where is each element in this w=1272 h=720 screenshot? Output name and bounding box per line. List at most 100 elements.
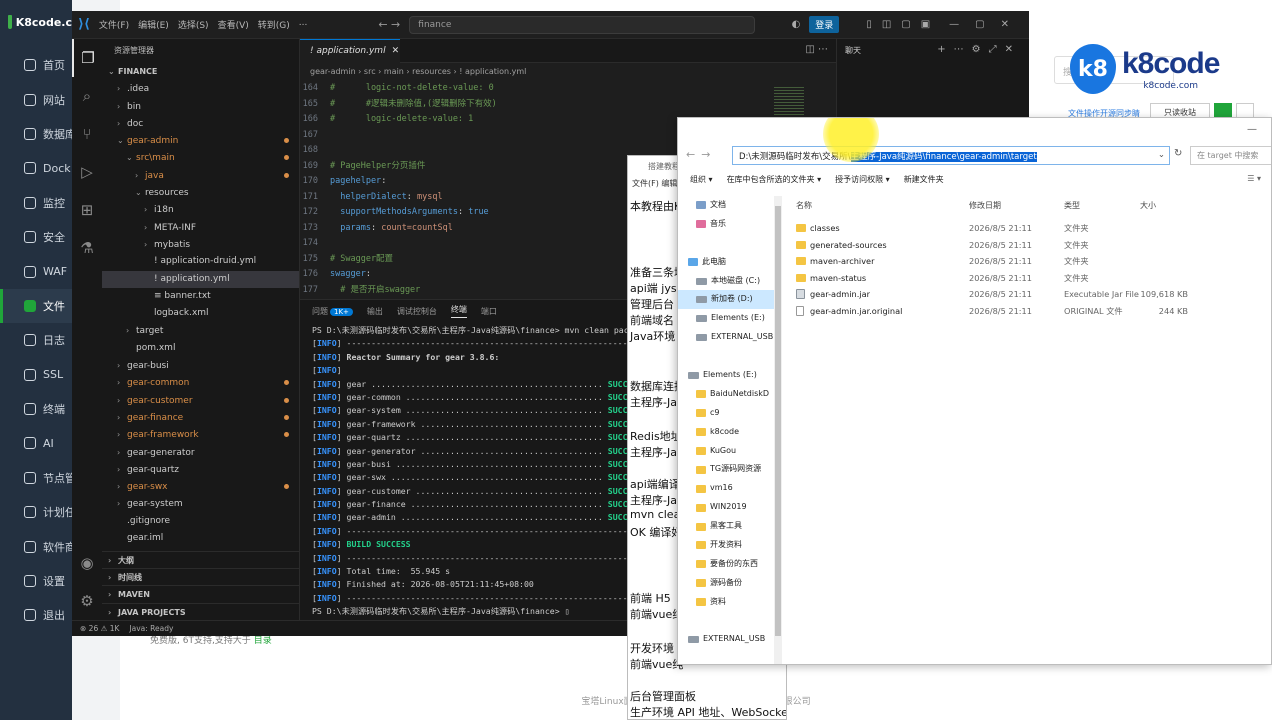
nav-pane-item[interactable]: 资料 — [678, 593, 781, 612]
tree-item[interactable]: › java — [102, 167, 299, 184]
panel-tab[interactable]: 输出 — [367, 306, 383, 317]
sidebar-section[interactable]: › 大纲 — [102, 550, 299, 568]
sidebar-section[interactable]: › 时间线 — [102, 568, 299, 585]
menu-item[interactable]: 查看(V) — [218, 18, 249, 31]
bt-nav-item[interactable]: 网站 — [0, 82, 72, 116]
menu-item[interactable]: 选择(S) — [178, 18, 209, 31]
tree-item[interactable]: › target — [102, 322, 299, 339]
nav-pane-item[interactable]: 要备份的东西 — [678, 555, 781, 574]
nav-pane-item[interactable]: KuGou — [678, 442, 781, 461]
nav-pane-item[interactable]: vm16 — [678, 479, 781, 498]
bt-nav-item[interactable]: 设置 — [0, 564, 72, 598]
tree-item[interactable]: › gear-customer — [102, 392, 299, 409]
tree-item[interactable]: › .idea — [102, 80, 299, 97]
tree-item[interactable]: gear.iml — [102, 530, 299, 547]
tree-item[interactable]: › gear-quartz — [102, 461, 299, 478]
breadcrumb[interactable]: gear-admin › src › main › resources › ! … — [300, 63, 836, 81]
tree-item[interactable]: › doc — [102, 115, 299, 132]
copilot-icon[interactable]: ◐ — [792, 19, 801, 30]
nav-pane-item[interactable]: EXTERNAL_USB — [678, 630, 781, 649]
manage-gear-icon[interactable]: ⚙ — [72, 582, 102, 620]
toolbar-item[interactable]: 在库中包含所选的文件夹 ▾ — [727, 174, 822, 190]
column-header[interactable]: 类型 — [1064, 200, 1080, 211]
tree-item[interactable]: › gear-finance — [102, 409, 299, 426]
bt-nav-item[interactable]: 安全 — [0, 220, 72, 254]
bt-nav-item[interactable]: 首页 — [0, 48, 72, 82]
bt-nav-item[interactable]: 软件商 — [0, 529, 72, 563]
status-java[interactable]: Java: Ready — [129, 624, 173, 633]
nav-pane-item[interactable]: BaiduNetdiskD — [678, 385, 781, 404]
tree-item[interactable]: ⌄ src\main — [102, 149, 299, 166]
tree-item[interactable]: › gear-busi — [102, 357, 299, 374]
menu-item[interactable]: ... — [299, 18, 308, 31]
nav-pane-item[interactable]: c9 — [678, 404, 781, 423]
toolbar-item[interactable]: 组织 ▾ — [690, 174, 713, 190]
nav-pane-item[interactable]: 音乐 — [678, 215, 781, 234]
menu-item[interactable]: 转到(G) — [258, 18, 290, 31]
column-header[interactable]: 修改日期 — [969, 200, 1001, 211]
panel-tab[interactable]: 调试控制台 — [397, 306, 437, 317]
tree-item[interactable]: ! application-druid.yml — [102, 253, 299, 270]
search-icon[interactable]: ⌕ — [72, 77, 102, 115]
file-row[interactable]: maven-archiver 2026/8/5 21:11 文件夹 — [790, 253, 1270, 270]
sidebar-section[interactable]: › MAVEN — [102, 585, 299, 602]
explorer-search-input[interactable]: 在 target 中搜索 — [1190, 146, 1271, 165]
sidebar-section[interactable]: › JAVA PROJECTS — [102, 602, 299, 620]
window-controls[interactable]: —▢✕ — [949, 19, 1025, 30]
tree-item[interactable]: logback.xml — [102, 305, 299, 322]
tree-item[interactable]: › gear-system — [102, 495, 299, 512]
tree-item[interactable]: › META-INF — [102, 219, 299, 236]
bt-nav-item[interactable]: 数据库 — [0, 117, 72, 151]
nav-pane-item[interactable]: 开发资料 — [678, 536, 781, 555]
status-problems[interactable]: ⊗ 26 ⚠ 1K — [80, 624, 119, 633]
account-icon[interactable]: ◉ — [72, 544, 102, 582]
tree-item[interactable]: › gear-generator — [102, 444, 299, 461]
nav-pane-item[interactable]: k8code — [678, 423, 781, 442]
nav-pane-item[interactable]: 此电脑 — [678, 253, 781, 272]
nav-pane-item[interactable]: 本地磁盘 (C:) — [678, 272, 781, 291]
column-header[interactable]: 大小 — [1140, 200, 1156, 211]
tree-item[interactable]: › gear-common — [102, 374, 299, 391]
panel-tab[interactable]: 终端 — [450, 304, 467, 318]
file-row[interactable]: gear-admin.jar 2026/8/5 21:11 Executable J… — [790, 286, 1270, 303]
file-row[interactable]: gear-admin.jar.original 2026/8/5 21:11 ORI… — [790, 303, 1270, 320]
file-row[interactable]: generated-sources 2026/8/5 21:11 文件夹 — [790, 237, 1270, 254]
tree-item[interactable]: › mybatis — [102, 236, 299, 253]
nav-pane-item[interactable]: WIN2019 — [678, 498, 781, 517]
layout-icons[interactable]: ▯◫▢▣ — [866, 19, 940, 30]
panel-tab[interactable]: 端口 — [481, 306, 497, 317]
bt-nav-item[interactable]: 节点管 — [0, 461, 72, 495]
tree-item[interactable]: › bin — [102, 98, 299, 115]
bt-nav-item[interactable]: WAF — [0, 254, 72, 288]
command-center-input[interactable]: finance — [409, 15, 756, 34]
nav-pane-item[interactable]: 源码备份 — [678, 574, 781, 593]
nav-pane-item[interactable]: Elements (E:) — [678, 366, 781, 385]
bt-info-link[interactable]: 目录 — [254, 636, 272, 646]
tree-item[interactable]: ⌄ gear-admin — [102, 132, 299, 149]
toolbar-item[interactable]: 授予访问权限 ▾ — [835, 174, 890, 190]
nav-pane-item[interactable]: 黑客工具 — [678, 517, 781, 536]
tree-item[interactable]: › gear-framework — [102, 426, 299, 443]
tree-item[interactable]: › gear-swx — [102, 478, 299, 495]
tree-item[interactable]: ⌄ FINANCE — [102, 63, 299, 80]
view-options-icon[interactable]: ☰ ▾ — [1247, 174, 1261, 190]
navigation-scrollbar[interactable] — [774, 196, 782, 664]
back-forward-icons[interactable]: ←→ — [686, 148, 716, 161]
address-dropdown-icon[interactable]: ⌄ — [1158, 150, 1165, 160]
close-tab-icon[interactable]: ✕ — [392, 46, 400, 56]
bt-nav-item[interactable]: 终端 — [0, 392, 72, 426]
toolbar-item[interactable]: 新建文件夹 — [904, 174, 944, 190]
explorer-close-icon[interactable]: — — [1247, 124, 1257, 135]
run-debug-icon[interactable]: ▷ — [72, 153, 102, 191]
address-bar[interactable]: D:\未测源码临时发布\交易所\主程序-Java纯源码\finance\gear… — [732, 146, 1170, 165]
tree-item[interactable]: › i18n — [102, 201, 299, 218]
tab-application-yml[interactable]: ! application.yml ✕ — [300, 39, 400, 63]
nav-arrows-icon[interactable]: ← → — [378, 18, 400, 31]
tree-item[interactable]: ≡ banner.txt — [102, 288, 299, 305]
bt-nav-item[interactable]: SSL — [0, 358, 72, 392]
menu-item[interactable]: 文件(F) — [99, 18, 129, 31]
bt-nav-item[interactable]: 计划任 — [0, 495, 72, 529]
nav-pane-item[interactable]: TG源码网资源 — [678, 460, 781, 479]
bt-nav-item[interactable]: AI — [0, 426, 72, 460]
panel-tab[interactable]: 问题 1K+ — [312, 306, 353, 317]
